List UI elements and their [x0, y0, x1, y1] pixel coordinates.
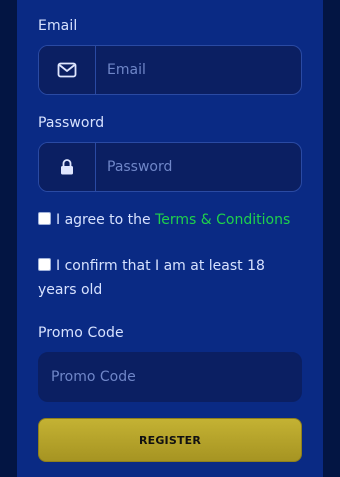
terms-row: I agree to the Terms & Conditions: [38, 208, 302, 232]
terms-text: I agree to the: [56, 212, 156, 228]
promo-input[interactable]: [39, 353, 301, 401]
email-icon-box: [39, 46, 96, 94]
email-field-container: [38, 45, 302, 95]
password-field-container: [38, 142, 302, 192]
password-input[interactable]: [95, 143, 301, 191]
age-checkbox[interactable]: [38, 258, 51, 271]
age-row: I confirm that I am at least 18 years ol…: [38, 254, 302, 302]
password-label: Password: [38, 115, 105, 131]
left-frame: [0, 0, 17, 477]
promo-field-container: [38, 352, 302, 402]
lock-icon: [61, 159, 73, 175]
envelope-icon: [57, 62, 77, 78]
email-label: Email: [38, 18, 78, 34]
terms-link[interactable]: Terms & Conditions: [155, 212, 290, 228]
right-frame: [323, 0, 340, 477]
age-text: I confirm that I am at least 18 years ol…: [38, 258, 265, 298]
terms-checkbox[interactable]: [38, 212, 51, 225]
email-input[interactable]: [95, 46, 301, 94]
promo-label: Promo Code: [38, 325, 124, 341]
password-icon-box: [39, 143, 96, 191]
register-button[interactable]: REGISTER: [38, 418, 302, 462]
